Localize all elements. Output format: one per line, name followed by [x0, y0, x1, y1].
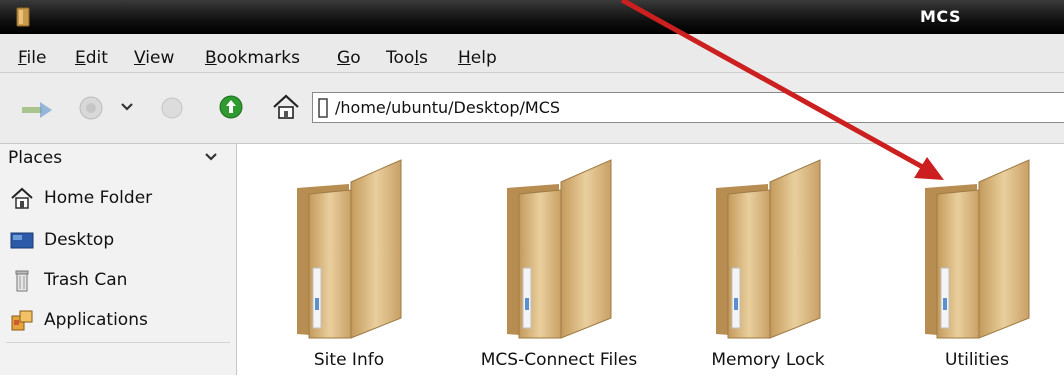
toolbar: /home/ubuntu/Desktop/MCS	[0, 73, 1064, 144]
folder-name: MCS-Connect Files	[480, 350, 638, 370]
folder-icon	[716, 159, 821, 339]
menu-bookmarks[interactable]: Bookmarks	[205, 48, 300, 68]
reload-icon[interactable]	[218, 94, 244, 120]
title-bar: MCS	[0, 0, 1064, 34]
menu-edit[interactable]: Edit	[75, 48, 108, 68]
menu-go[interactable]: Go	[337, 48, 361, 68]
trash-icon	[15, 270, 29, 292]
location-path: /home/ubuntu/Desktop/MCS	[335, 98, 561, 117]
folder-name: Memory Lock	[711, 350, 825, 370]
folder-item[interactable]: Memory Lock	[673, 148, 863, 376]
folder-icon	[297, 159, 402, 339]
sidebar-item-label: Desktop	[44, 230, 115, 250]
stop-icon[interactable]	[160, 96, 184, 120]
folder-icon	[507, 159, 612, 339]
sidebar-item-label: Trash Can	[44, 270, 128, 290]
sidebar: Places Home Folder Desktop Trash Can App…	[0, 144, 237, 375]
menu-view[interactable]: View	[134, 48, 174, 68]
sidebar-item-label: Home Folder	[44, 188, 153, 208]
desktop-icon	[10, 232, 34, 249]
window-title: MCS	[920, 7, 961, 26]
sidebar-item-desktop[interactable]: Desktop	[0, 222, 236, 258]
sidebar-item-home-folder[interactable]: Home Folder	[0, 180, 236, 216]
menu-help[interactable]: Help	[458, 48, 497, 68]
path-separator-icon	[318, 98, 328, 118]
home-icon	[11, 187, 33, 209]
places-label: Places	[8, 148, 63, 168]
menu-bar: File Edit View Bookmarks Go Tools Help	[0, 34, 1064, 73]
folder-item[interactable]: Utilities	[882, 148, 1064, 376]
chevron-down-icon[interactable]	[120, 102, 134, 112]
sidebar-item-trash-can[interactable]: Trash Can	[0, 262, 236, 298]
sidebar-item-applications[interactable]: Applications	[0, 302, 236, 338]
folder-item[interactable]: MCS-Connect Files	[464, 148, 654, 376]
folder-icon	[925, 159, 1030, 339]
location-bar[interactable]: /home/ubuntu/Desktop/MCS	[312, 92, 1064, 123]
file-manager-app-icon	[16, 7, 30, 27]
folder-item[interactable]: Site Info	[254, 148, 444, 376]
menu-tools[interactable]: Tools	[386, 48, 428, 68]
forward-icon[interactable]	[20, 101, 54, 119]
applications-icon	[11, 310, 33, 331]
file-view: Site Info MCS-Connect Files Memory Lock	[237, 144, 1064, 375]
folder-name: Site Info	[313, 350, 385, 370]
home-icon[interactable]	[271, 93, 301, 121]
folder-name: Utilities	[945, 350, 1009, 370]
chevron-down-icon[interactable]	[204, 152, 218, 162]
sidebar-item-label: Applications	[44, 310, 148, 330]
history-icon[interactable]	[78, 95, 104, 121]
menu-file[interactable]: File	[18, 48, 46, 68]
sidebar-divider	[6, 342, 230, 343]
